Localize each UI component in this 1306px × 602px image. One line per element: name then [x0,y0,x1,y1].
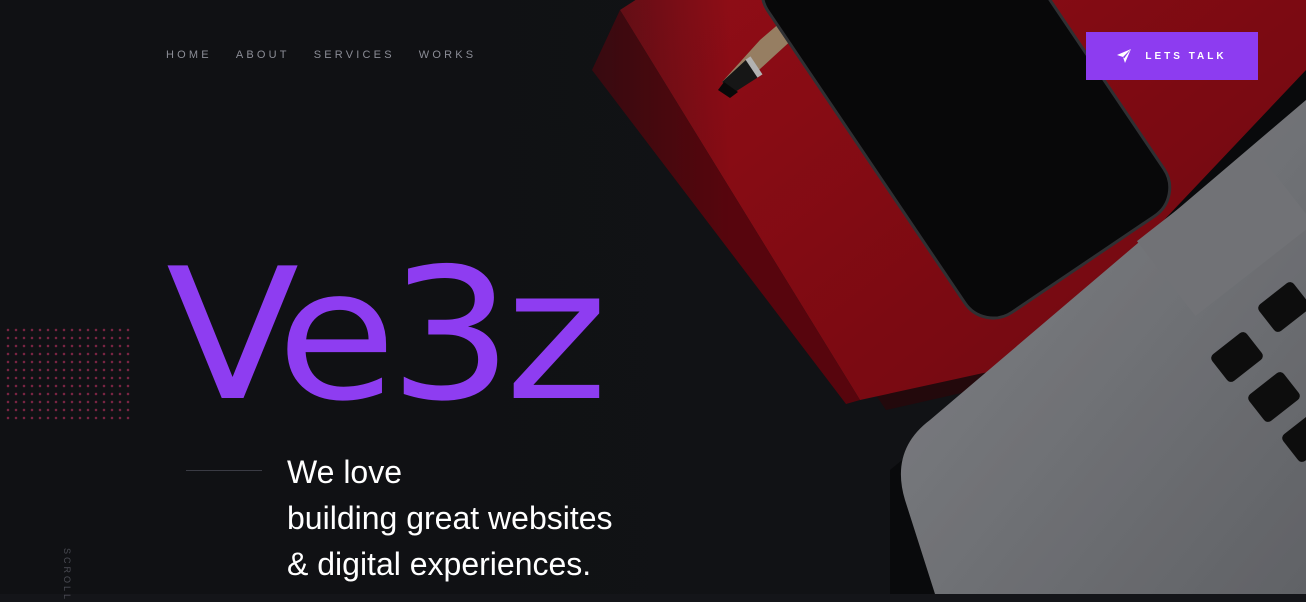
tagline-line-3: & digital experiences. [287,546,592,582]
send-icon [1117,49,1132,63]
dot-pattern-decoration [4,326,134,422]
tagline-divider [186,470,262,471]
tagline-line-2: building great websites [287,500,613,536]
lets-talk-button[interactable]: LETS TALK [1086,32,1258,80]
lets-talk-label: LETS TALK [1145,50,1227,62]
brand-title: Ve3z [166,229,608,441]
hero-tagline: We love building great websites & digita… [287,449,613,587]
nav-item-home[interactable]: HOME [166,49,212,61]
nav-item-services[interactable]: SERVICES [314,49,395,61]
main-nav: HOME ABOUT SERVICES WORKS [166,49,476,61]
nav-item-works[interactable]: WORKS [419,49,477,61]
tagline-line-1: We love [287,454,403,490]
nav-item-about[interactable]: ABOUT [236,49,290,61]
